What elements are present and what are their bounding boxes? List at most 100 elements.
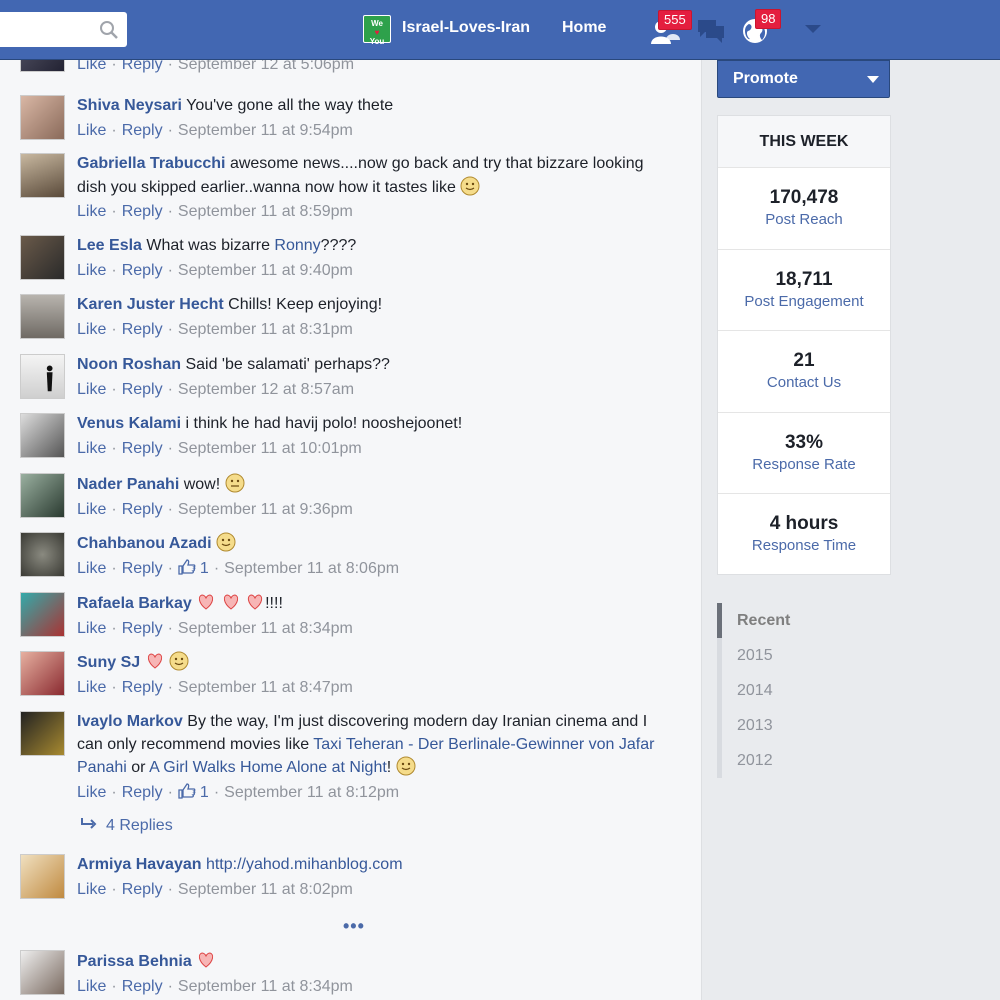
comment-text: !	[386, 759, 392, 776]
promote-button[interactable]: Promote	[717, 60, 890, 98]
stat-contact-us[interactable]: 21 Contact Us	[718, 331, 890, 413]
like-link[interactable]: Like	[77, 784, 106, 801]
avatar[interactable]	[20, 854, 65, 899]
avatar[interactable]	[20, 235, 65, 280]
year-item-2014[interactable]: 2014	[717, 673, 891, 708]
comment-author[interactable]: Gabriella Trabucchi	[77, 155, 226, 172]
stat-label[interactable]: Post Reach	[718, 210, 890, 230]
timestamp[interactable]: September 12 at 8:57am	[178, 381, 354, 398]
timestamp[interactable]: September 12 at 5:06pm	[178, 60, 354, 73]
avatar[interactable]	[20, 532, 65, 577]
stat-label[interactable]: Contact Us	[718, 373, 890, 393]
like-link[interactable]: Like	[77, 381, 106, 398]
timestamp[interactable]: September 11 at 8:12pm	[224, 784, 399, 801]
reply-link[interactable]: Reply	[122, 881, 163, 898]
reply-link[interactable]: Reply	[122, 440, 163, 457]
comment-author[interactable]: Noon Roshan	[77, 356, 181, 373]
movie-link[interactable]: A Girl Walks Home Alone at Night	[149, 759, 387, 776]
reply-link[interactable]: Reply	[122, 620, 163, 637]
messages-icon[interactable]	[696, 16, 726, 46]
avatar[interactable]	[20, 651, 65, 696]
reply-link[interactable]: Reply	[122, 978, 163, 995]
avatar[interactable]	[20, 153, 65, 198]
like-count[interactable]: 1	[200, 560, 209, 577]
avatar[interactable]	[20, 294, 65, 339]
comment-author[interactable]: Karen Juster Hecht	[77, 296, 224, 313]
load-more-comments[interactable]: •••	[343, 916, 365, 937]
comment-author[interactable]: Venus Kalami	[77, 415, 181, 432]
reply-link[interactable]: Reply	[122, 60, 163, 73]
comment-author[interactable]: Parissa Behnia	[77, 953, 192, 970]
year-item-2012[interactable]: 2012	[717, 743, 891, 778]
comment-author[interactable]: Armiya Havayan	[77, 856, 202, 873]
year-item-2013[interactable]: 2013	[717, 708, 891, 743]
like-link[interactable]: Like	[77, 560, 106, 577]
like-count[interactable]: 1	[200, 784, 209, 801]
reply-link[interactable]: Reply	[122, 679, 163, 696]
view-replies-link[interactable]: 4 Replies	[80, 817, 173, 835]
reply-link[interactable]: Reply	[122, 203, 163, 220]
stat-response-time[interactable]: 4 hours Response Time	[718, 494, 890, 576]
reply-link[interactable]: Reply	[122, 321, 163, 338]
stat-post-reach[interactable]: 170,478 Post Reach	[718, 168, 890, 250]
timestamp[interactable]: September 11 at 8:59pm	[178, 203, 353, 220]
timestamp[interactable]: September 11 at 8:31pm	[178, 321, 353, 338]
search-input[interactable]	[0, 12, 127, 47]
timestamp[interactable]: September 11 at 8:02pm	[178, 881, 353, 898]
like-link[interactable]: Like	[77, 122, 106, 139]
avatar[interactable]	[20, 95, 65, 140]
reply-link[interactable]: Reply	[122, 381, 163, 398]
like-link[interactable]: Like	[77, 203, 106, 220]
like-link[interactable]: Like	[77, 60, 106, 73]
like-link[interactable]: Like	[77, 881, 106, 898]
stat-label[interactable]: Response Time	[718, 536, 890, 556]
avatar[interactable]	[20, 592, 65, 637]
search-icon[interactable]	[99, 20, 119, 40]
page-logo-icon[interactable]: We ♥ You	[363, 15, 391, 46]
year-item-recent[interactable]: Recent	[717, 603, 891, 638]
timestamp[interactable]: September 11 at 8:06pm	[224, 560, 399, 577]
page-name-link[interactable]: Israel-Loves-Iran	[402, 19, 530, 37]
reply-link[interactable]: Reply	[122, 501, 163, 518]
home-link[interactable]: Home	[562, 19, 606, 37]
comment-author[interactable]: Nader Panahi	[77, 476, 179, 493]
avatar[interactable]	[20, 354, 65, 399]
like-link[interactable]: Like	[77, 440, 106, 457]
reply-link[interactable]: Reply	[122, 784, 163, 801]
timestamp[interactable]: September 11 at 9:36pm	[178, 501, 353, 518]
avatar[interactable]	[20, 60, 65, 72]
comment-link[interactable]: http://yahod.mihanblog.com	[202, 856, 403, 873]
comment-author[interactable]: Lee Esla	[77, 237, 142, 254]
like-link[interactable]: Like	[77, 321, 106, 338]
comment-author[interactable]: Ivaylo Markov	[77, 713, 183, 730]
timestamp[interactable]: September 11 at 8:47pm	[178, 679, 353, 696]
timestamp[interactable]: September 11 at 9:40pm	[178, 262, 353, 279]
stat-label[interactable]: Response Rate	[718, 455, 890, 475]
avatar[interactable]	[20, 413, 65, 458]
comment-author[interactable]: Rafaela Barkay	[77, 595, 192, 612]
stat-response-rate[interactable]: 33% Response Rate	[718, 413, 890, 494]
like-link[interactable]: Like	[77, 620, 106, 637]
like-link[interactable]: Like	[77, 262, 106, 279]
like-link[interactable]: Like	[77, 501, 106, 518]
mention-link[interactable]: Ronny	[274, 237, 320, 254]
reply-link[interactable]: Reply	[122, 122, 163, 139]
timestamp[interactable]: September 11 at 8:34pm	[178, 620, 353, 637]
comment-author[interactable]: Suny SJ	[77, 654, 140, 671]
avatar[interactable]	[20, 473, 65, 518]
comment-author[interactable]: Chahbanou Azadi	[77, 535, 212, 552]
stat-label[interactable]: Post Engagement	[718, 292, 890, 312]
reply-link[interactable]: Reply	[122, 262, 163, 279]
account-menu-caret-icon[interactable]	[805, 25, 821, 33]
comment-author[interactable]: Shiva Neysari	[77, 97, 182, 114]
avatar[interactable]	[20, 950, 65, 995]
year-item-2015[interactable]: 2015	[717, 638, 891, 673]
timestamp[interactable]: September 11 at 9:54pm	[178, 122, 353, 139]
avatar[interactable]	[20, 711, 65, 756]
stat-post-engagement[interactable]: 18,711 Post Engagement	[718, 250, 890, 331]
reply-link[interactable]: Reply	[122, 560, 163, 577]
timestamp[interactable]: September 11 at 10:01pm	[178, 440, 362, 457]
like-link[interactable]: Like	[77, 679, 106, 696]
like-link[interactable]: Like	[77, 978, 106, 995]
timestamp[interactable]: September 11 at 8:34pm	[178, 978, 353, 995]
